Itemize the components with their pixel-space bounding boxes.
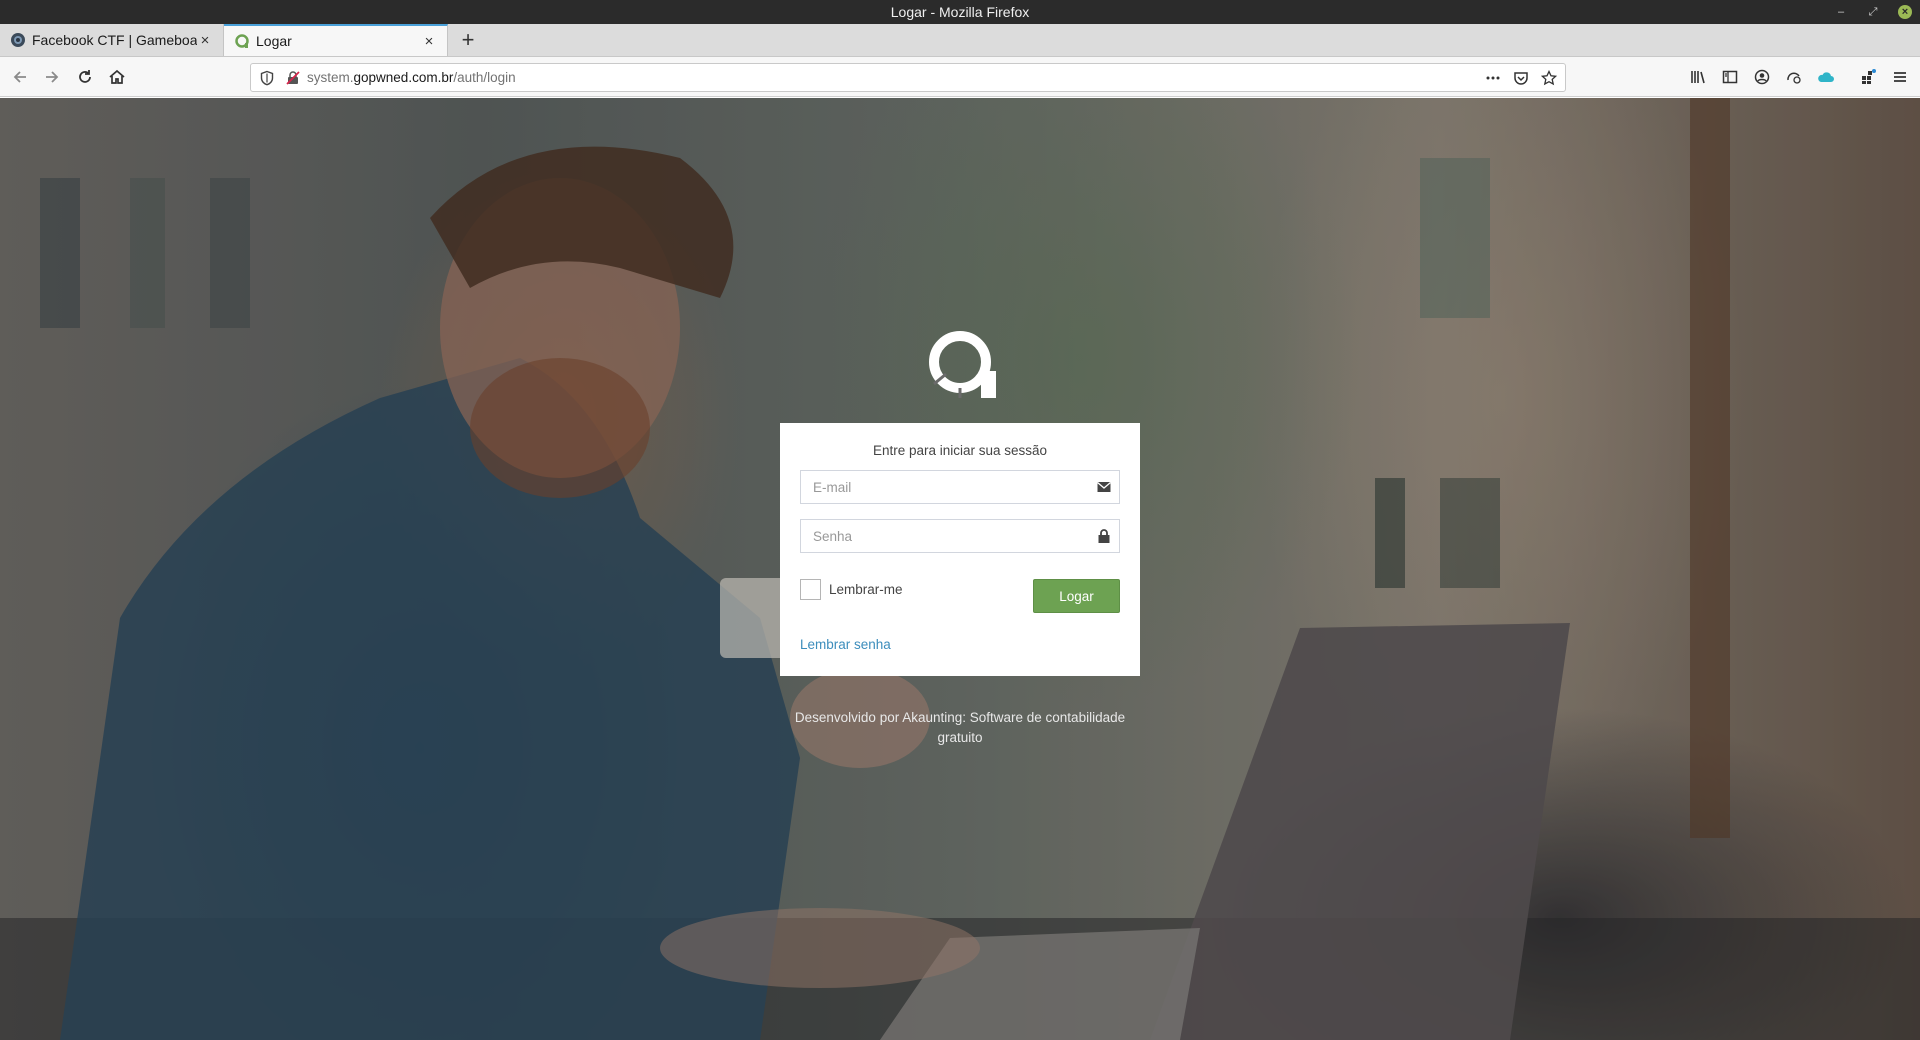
- new-tab-icon[interactable]: +: [448, 24, 488, 56]
- remember-me[interactable]: Lembrar-me: [800, 579, 903, 600]
- tab-label: Facebook CTF | Gameboard: [32, 32, 197, 48]
- url-prefix: system.: [307, 70, 354, 85]
- sync-icon[interactable]: [1782, 65, 1806, 89]
- library-icon[interactable]: [1686, 65, 1710, 89]
- facebook-ctf-favicon-icon: [10, 32, 26, 48]
- window-titlebar: Logar - Mozilla Firefox – ⤢ ×: [0, 0, 1920, 24]
- tab-facebook-ctf[interactable]: Facebook CTF | Gameboard ×: [0, 24, 224, 56]
- password-input[interactable]: [801, 520, 1081, 552]
- pocket-icon[interactable]: [1513, 70, 1529, 86]
- shield-icon[interactable]: [259, 70, 275, 86]
- password-field: [800, 519, 1120, 553]
- footer-credit: Desenvolvido por Akaunting: Software de …: [794, 710, 1126, 745]
- bookmark-star-icon[interactable]: [1541, 69, 1557, 86]
- extensions-icon[interactable]: [1856, 65, 1880, 89]
- email-field: [800, 470, 1120, 504]
- akaunting-logo: [924, 326, 996, 398]
- tab-logar[interactable]: Logar ×: [224, 24, 448, 56]
- reload-icon[interactable]: [73, 65, 97, 89]
- back-icon[interactable]: [8, 65, 32, 89]
- window-title: Logar - Mozilla Firefox: [890, 4, 1030, 20]
- login-box: Entre para iniciar sua sessão Lembrar-me…: [780, 423, 1140, 676]
- account-icon[interactable]: [1750, 65, 1774, 89]
- cloud-icon[interactable]: [1814, 65, 1838, 89]
- url-path: /auth/login: [453, 70, 516, 85]
- sidebar-icon[interactable]: [1718, 65, 1742, 89]
- url-text: system.gopwned.com.br/auth/login: [307, 70, 516, 85]
- address-bar-actions: [1485, 64, 1557, 91]
- tab-close-icon[interactable]: ×: [421, 33, 437, 50]
- email-input[interactable]: [801, 471, 1081, 503]
- envelope-icon: [1097, 480, 1111, 494]
- window-controls: – ⤢ ×: [1834, 0, 1912, 24]
- tab-close-icon[interactable]: ×: [197, 32, 213, 49]
- minimize-icon[interactable]: –: [1834, 5, 1848, 19]
- forward-icon[interactable]: [40, 65, 64, 89]
- tab-label: Logar: [256, 33, 292, 49]
- navigation-bar: system.gopwned.com.br/auth/login: [0, 57, 1920, 97]
- insecure-lock-icon[interactable]: [285, 70, 301, 86]
- url-domain: gopwned.com.br: [353, 70, 454, 85]
- remember-me-checkbox[interactable]: [800, 579, 821, 600]
- login-box-message: Entre para iniciar sua sessão: [872, 443, 1048, 458]
- menu-icon[interactable]: [1888, 65, 1912, 89]
- more-icon[interactable]: [1485, 70, 1501, 86]
- close-window-icon[interactable]: ×: [1898, 5, 1912, 19]
- lock-icon: [1097, 529, 1111, 543]
- forgot-password-link[interactable]: Lembrar senha: [800, 637, 891, 652]
- tab-strip: Facebook CTF | Gameboard × Logar × +: [0, 24, 1920, 57]
- login-page: Entre para iniciar sua sessão Lembrar-me…: [0, 98, 1920, 1040]
- remember-me-label: Lembrar-me: [829, 582, 903, 597]
- address-bar[interactable]: system.gopwned.com.br/auth/login: [250, 63, 1566, 92]
- restore-icon[interactable]: ⤢: [1866, 5, 1880, 19]
- home-icon[interactable]: [105, 65, 129, 89]
- login-button[interactable]: Logar: [1033, 579, 1120, 613]
- akaunting-favicon-icon: [234, 33, 250, 49]
